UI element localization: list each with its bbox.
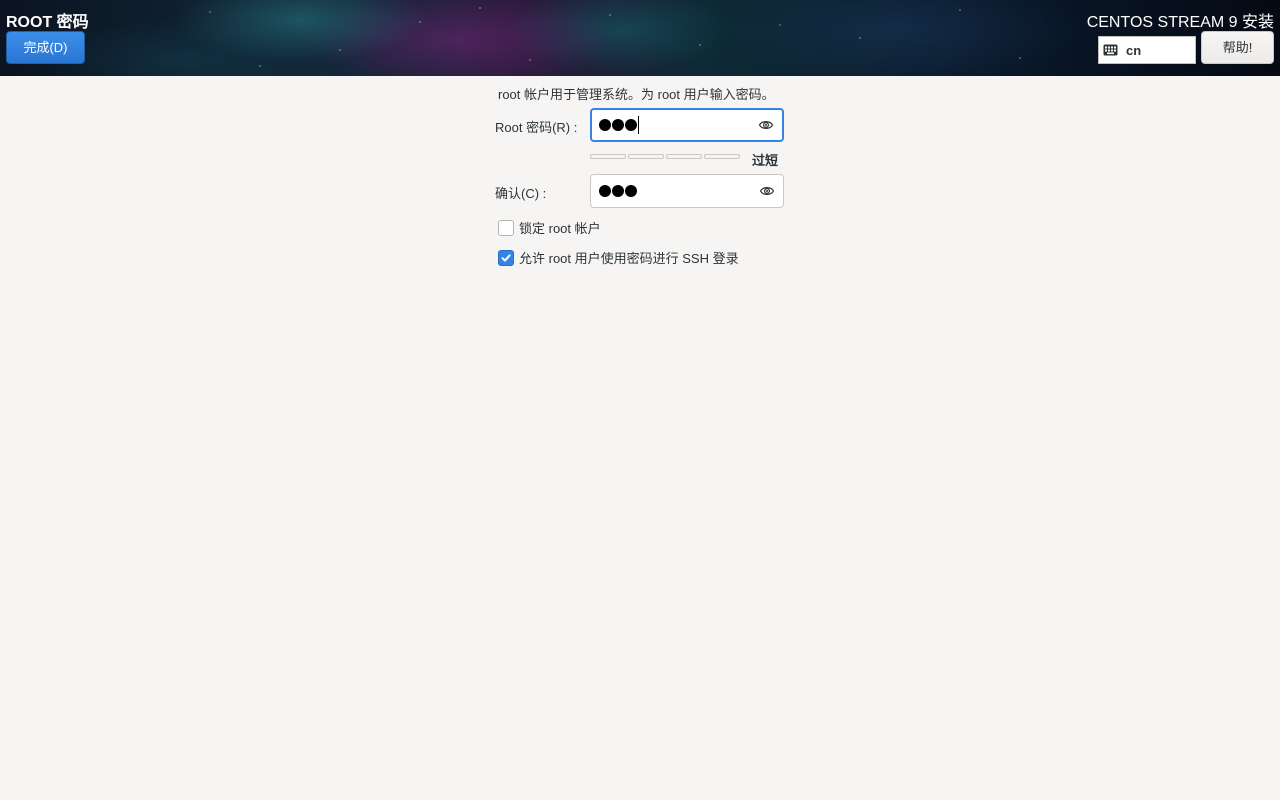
confirm-password-label: 确认(C) : (495, 186, 547, 201)
keyboard-layout-indicator[interactable]: cn (1098, 36, 1196, 64)
allow-ssh-label: 允许 root 用户使用密码进行 SSH 登录 (519, 251, 739, 266)
eye-icon[interactable] (759, 183, 775, 199)
strength-segment (666, 154, 702, 159)
lock-root-checkbox[interactable] (498, 219, 514, 236)
checkmark-icon (501, 253, 511, 262)
done-button[interactable]: 完成(D) (6, 31, 85, 64)
password-mask (599, 119, 637, 131)
eye-icon[interactable] (758, 117, 774, 133)
help-button[interactable]: 帮助! (1201, 31, 1274, 64)
confirm-password-input[interactable] (590, 174, 784, 208)
allow-ssh-checkbox[interactable] (498, 249, 514, 266)
strength-segment (628, 154, 664, 159)
allow-ssh-row[interactable]: 允许 root 用户使用密码进行 SSH 登录 (498, 248, 739, 267)
keyboard-icon (1103, 44, 1118, 56)
text-caret (638, 116, 639, 134)
password-dot (625, 185, 637, 197)
password-dot (612, 119, 624, 131)
root-password-label: Root 密码(R) : (495, 120, 578, 135)
header-bar: ROOT 密码 完成(D) CENTOS STREAM 9 安装 cn 帮助! (0, 0, 1280, 76)
password-strength-bar (590, 154, 740, 160)
keyboard-layout-value: cn (1126, 42, 1142, 58)
lock-root-row[interactable]: 锁定 root 帐户 (498, 218, 601, 237)
strength-label: 过短 (752, 153, 779, 168)
description-text: root 帐户用于管理系统。为 root 用户输入密码。 (498, 87, 775, 102)
root-password-input[interactable] (590, 108, 784, 142)
product-title: CENTOS STREAM 9 安装 (1086, 14, 1274, 31)
strength-segment (704, 154, 740, 159)
password-dot (599, 185, 611, 197)
page-title: ROOT 密码 (6, 14, 89, 31)
password-dot (625, 119, 637, 131)
password-mask (599, 185, 637, 197)
password-dot (612, 185, 624, 197)
lock-root-label: 锁定 root 帐户 (519, 221, 601, 236)
password-dot (599, 119, 611, 131)
strength-segment (590, 154, 626, 159)
